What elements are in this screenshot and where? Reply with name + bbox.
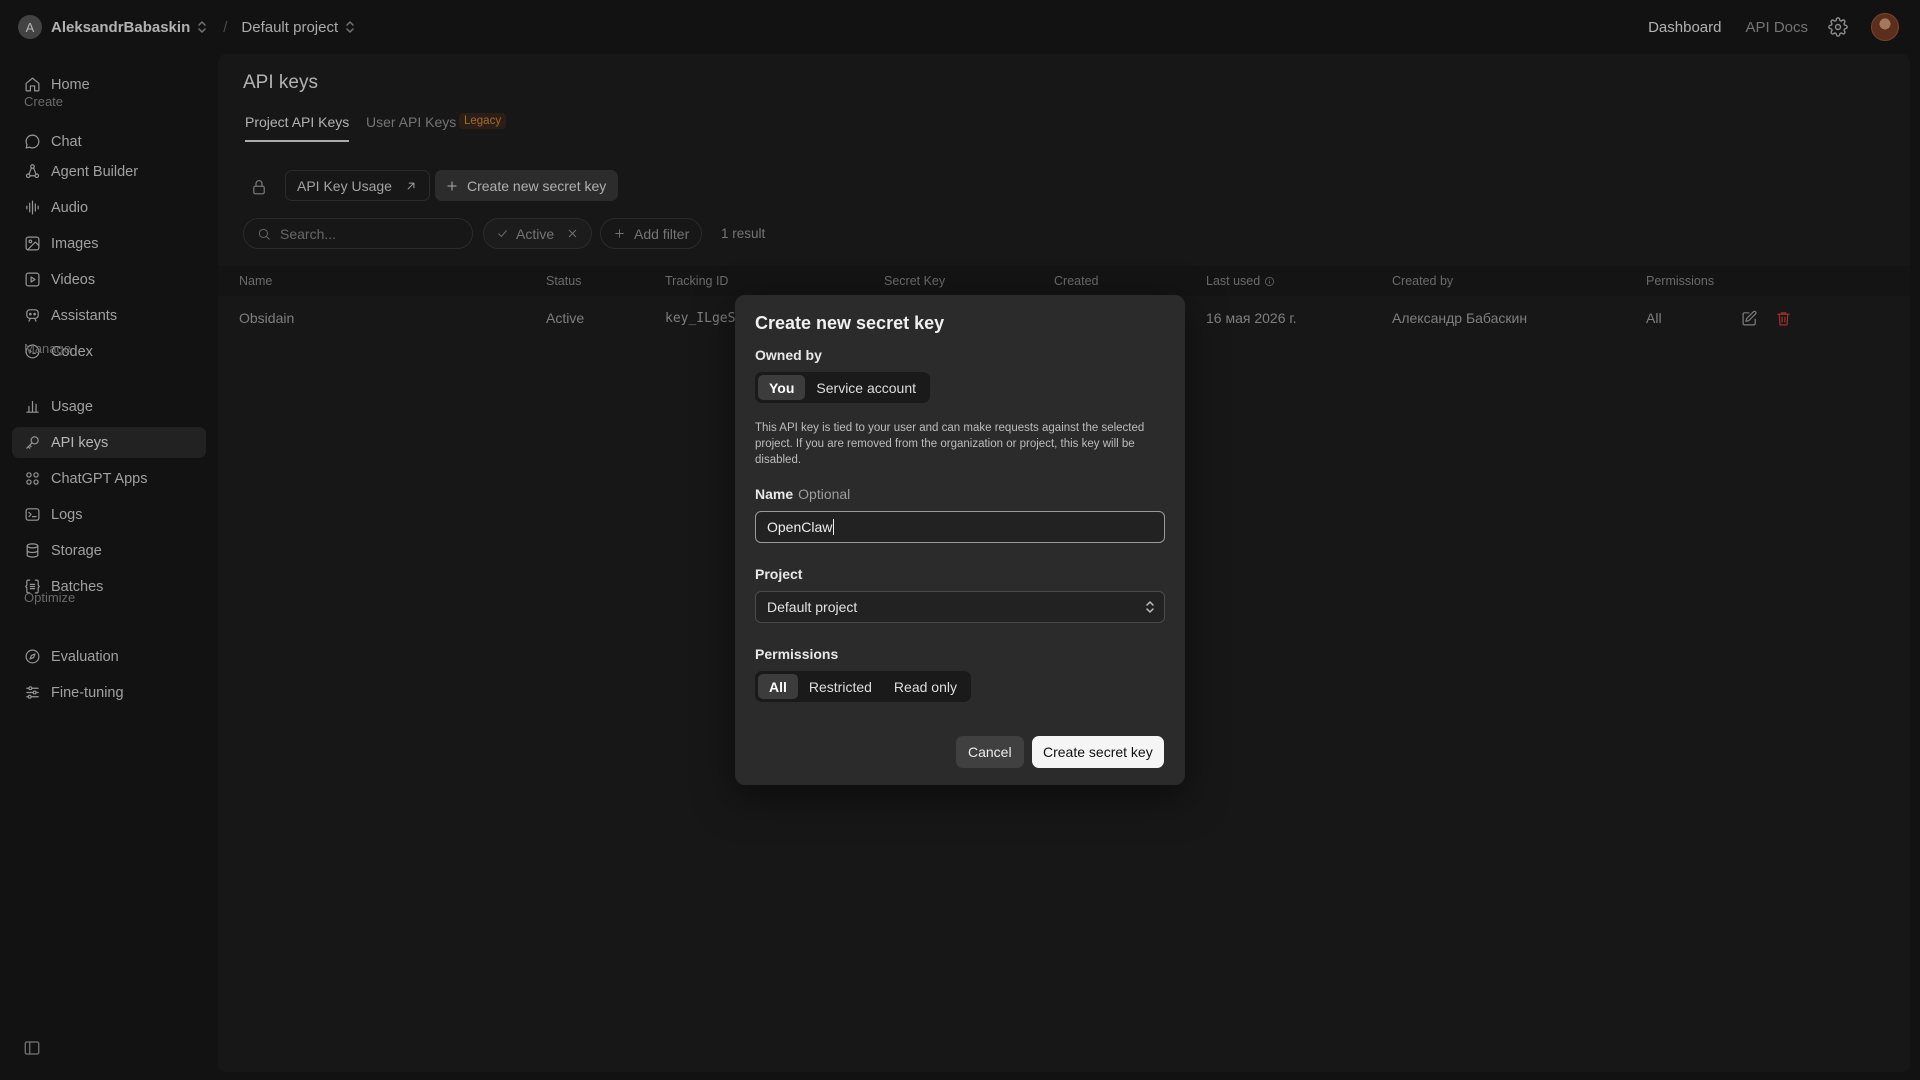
text-cursor <box>833 519 835 535</box>
api-key-description: This API key is tied to your user and ca… <box>755 422 1145 466</box>
key-name-input[interactable]: OpenClaw <box>755 511 1165 543</box>
owned-by-toggle: You Service account <box>755 372 931 403</box>
owned-by-service-account-option[interactable]: Service account <box>805 375 927 400</box>
dialog-title: Create new secret key <box>755 313 945 333</box>
cancel-button[interactable]: Cancel <box>956 736 1024 768</box>
create-secret-key-submit-button[interactable]: Create secret key <box>1032 736 1164 768</box>
name-label-text: Name <box>755 486 794 502</box>
permissions-read-only-option[interactable]: Read only <box>883 674 968 699</box>
permissions-label: Permissions <box>755 646 839 662</box>
permissions-toggle: All Restricted Read only <box>755 671 971 702</box>
project-select[interactable]: Default project <box>755 591 1165 623</box>
owned-by-you-option[interactable]: You <box>758 375 806 400</box>
name-field-label: Name Optional <box>755 486 850 502</box>
project-select-value: Default project <box>767 599 858 615</box>
permissions-restricted-option[interactable]: Restricted <box>798 674 883 699</box>
optional-hint: Optional <box>798 486 851 502</box>
chevron-up-down-icon <box>1146 601 1154 613</box>
create-secret-key-dialog: Create new secret key Owned by You Servi… <box>735 295 1185 785</box>
project-label: Project <box>755 566 803 582</box>
owned-by-label: Owned by <box>755 347 822 363</box>
permissions-all-option[interactable]: All <box>758 674 798 699</box>
key-name-value: OpenClaw <box>767 519 833 535</box>
